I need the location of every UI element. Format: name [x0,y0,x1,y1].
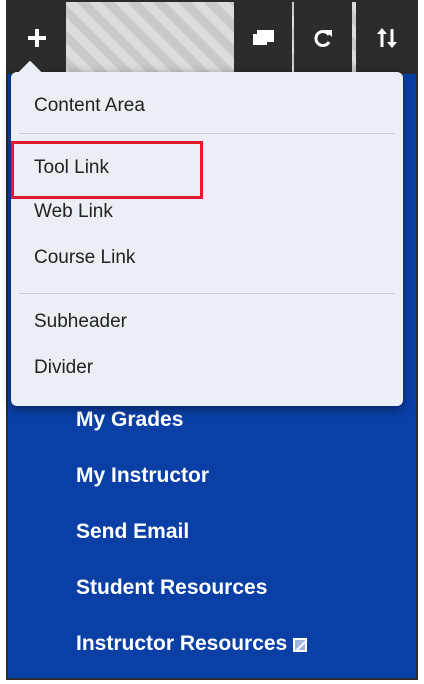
refresh-icon [314,30,332,47]
course-menu-item-label: My Instructor [76,464,210,487]
sort-icon [377,28,397,48]
add-course-link-item[interactable]: Course Link [11,238,403,278]
reorder-button[interactable] [356,2,416,74]
hidden-from-students-icon [293,638,308,652]
course-menu-item-send-email[interactable]: Send Email [8,504,416,560]
course-menu-item-student-resources[interactable]: Student Resources [8,560,416,616]
add-menu-item-button[interactable] [8,2,66,74]
course-menu-item-label: Student Resources [76,576,268,599]
course-menu-item-label: My Grades [76,408,184,431]
display-icon [253,30,274,45]
add-divider-item[interactable]: Divider [11,348,403,388]
tool-link-highlight-box [11,141,203,199]
plus-icon [28,29,46,47]
add-menu-dropdown: Content Area Tool Link Web Link Course L… [11,72,403,406]
course-menu-item-label: Instructor Resources [76,632,288,655]
menu-divider [19,293,395,294]
course-menu-item-my-instructor[interactable]: My Instructor [8,448,416,504]
course-menu-item-label: Send Email [76,520,190,543]
course-menu-list: My Grades My Instructor Send Email Stude… [8,392,416,672]
course-menu-toolbar [8,2,416,74]
menu-divider [19,133,395,134]
add-subheader-item[interactable]: Subheader [11,302,403,342]
refresh-button[interactable] [294,2,352,74]
course-menu-item-instructor-resources[interactable]: Instructor Resources [8,616,416,672]
display-menu-button[interactable] [234,2,292,74]
add-content-area-item[interactable]: Content Area [11,86,403,126]
